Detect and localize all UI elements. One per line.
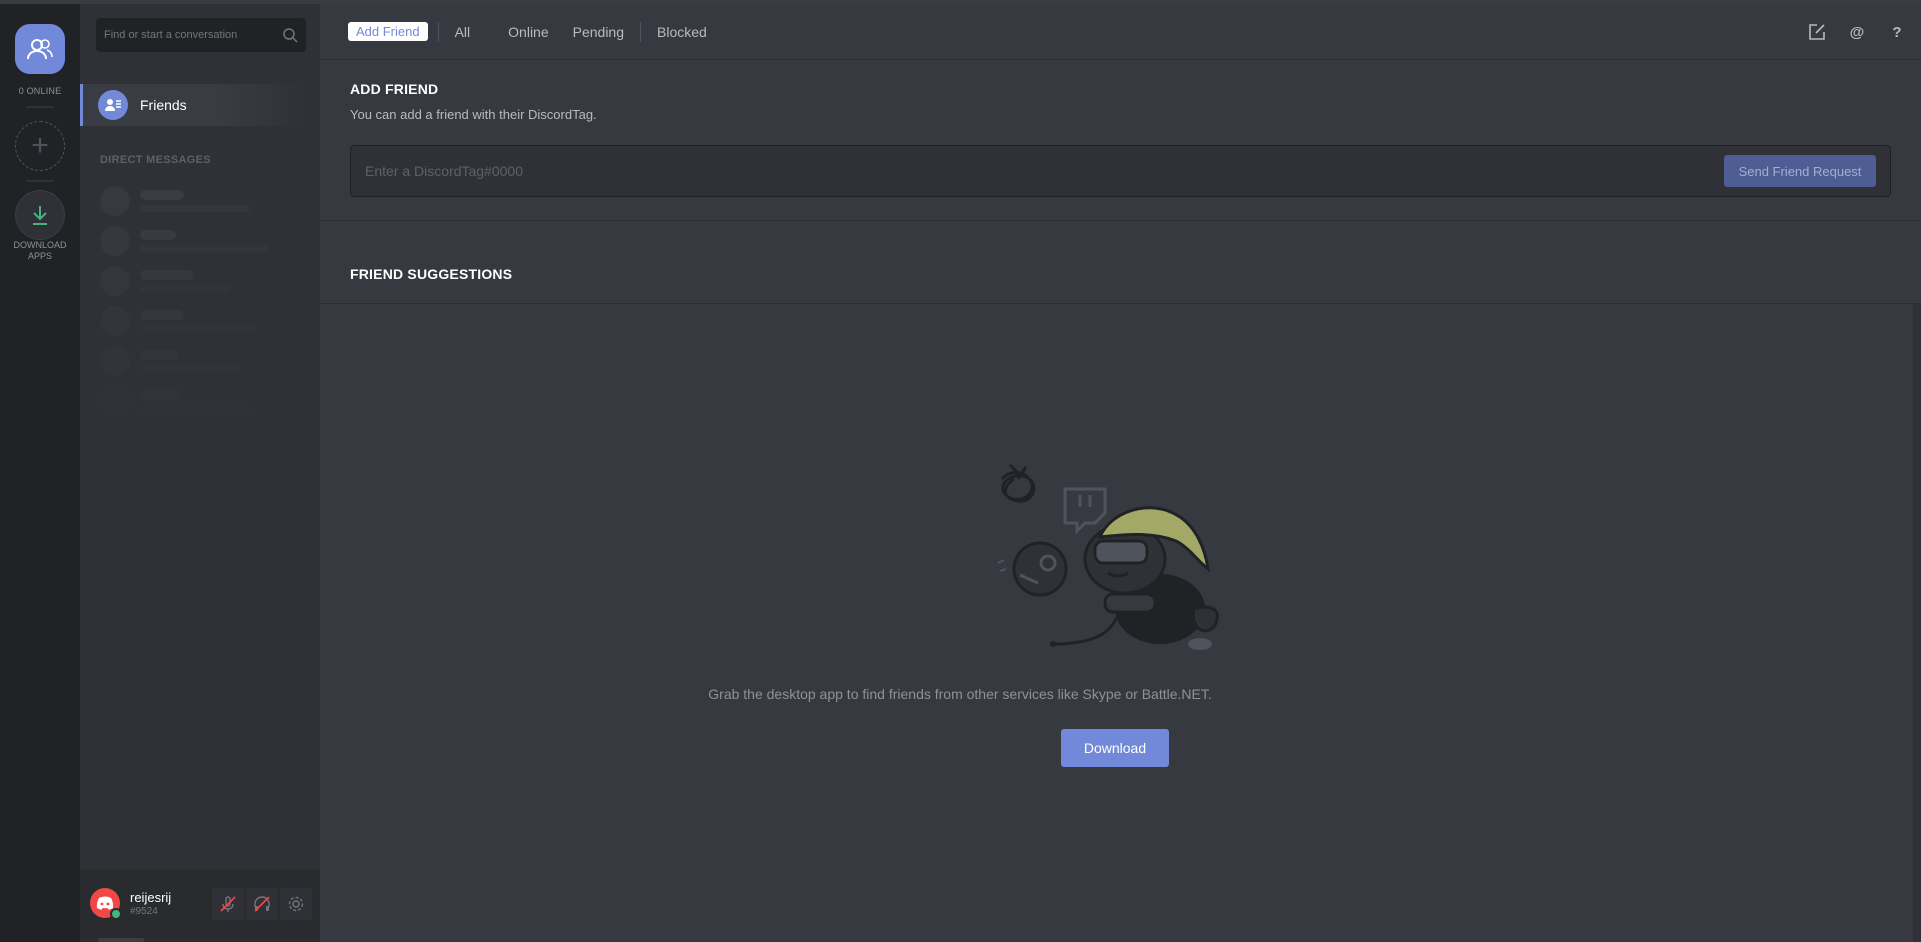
toolbar-icons: @ ? [1807, 22, 1907, 42]
friends-icon [27, 39, 53, 60]
help-icon[interactable]: ? [1887, 22, 1907, 42]
dm-placeholder [100, 346, 300, 376]
download-prompt: Grab the desktop app to find friends fro… [708, 686, 1212, 702]
download-icon [33, 206, 47, 225]
discordtag-input[interactable] [365, 163, 1724, 179]
new-dm-button[interactable] [1807, 22, 1827, 42]
mention-icon[interactable]: @ [1847, 22, 1867, 42]
friends-icon [98, 90, 128, 120]
settings-button[interactable] [280, 888, 312, 920]
search-icon [283, 28, 298, 43]
tab-online[interactable]: Online [508, 24, 548, 40]
dm-placeholder [100, 226, 300, 256]
home-button[interactable] [15, 24, 65, 74]
user-panel: reijesrij #9524 [80, 870, 320, 942]
scrollbar[interactable] [1913, 304, 1921, 942]
plus-icon: + [31, 129, 49, 162]
tab-add-friend[interactable]: Add Friend [348, 22, 428, 41]
discord-app: 0 ONLINE + DOWNLOAD APPS Find or start a… [0, 0, 1921, 942]
mute-icon [220, 896, 236, 912]
add-friend-section: ADD FRIEND You can add a friend with the… [320, 61, 1921, 221]
user-controls [212, 888, 312, 920]
rail-divider [26, 180, 54, 182]
gear-icon [288, 896, 304, 912]
dm-placeholder [100, 306, 300, 336]
deafen-icon [254, 896, 270, 912]
deafen-button[interactable] [246, 888, 278, 920]
friends-toolbar: Add Friend All Online Pending Blocked @ … [320, 4, 1921, 60]
dm-section-header: DIRECT MESSAGES [100, 154, 211, 166]
send-friend-request-button[interactable]: Send Friend Request [1724, 155, 1876, 187]
dm-placeholder [100, 186, 300, 216]
section-title: FRIEND SUGGESTIONS [350, 266, 513, 282]
tab-pending[interactable]: Pending [573, 24, 624, 40]
main-content: Add Friend All Online Pending Blocked @ … [320, 0, 1921, 942]
new-dm-icon [1809, 24, 1825, 40]
tab-all[interactable]: All [455, 24, 471, 40]
tab-divider [437, 21, 439, 42]
dm-placeholder [100, 266, 300, 296]
tab-divider [640, 21, 642, 42]
mute-button[interactable] [212, 888, 244, 920]
download-apps-button[interactable] [15, 190, 65, 240]
sidebar-item-friends[interactable]: Friends [80, 84, 305, 126]
user-discriminator: #9524 [130, 906, 158, 917]
wumpus-gaming-illustration [997, 463, 1219, 650]
sidebar-item-label: Friends [140, 97, 187, 113]
search-input[interactable] [104, 29, 282, 41]
add-server-button[interactable]: + [15, 121, 65, 171]
tab-blocked[interactable]: Blocked [657, 24, 707, 40]
divider [320, 303, 1921, 304]
download-apps-label: DOWNLOAD APPS [13, 240, 67, 261]
discordtag-form: Send Friend Request [350, 145, 1891, 197]
panel-scroll-stub [98, 938, 144, 942]
dm-placeholder [100, 386, 300, 416]
section-title: ADD FRIEND [350, 81, 439, 97]
rail-divider [26, 106, 54, 108]
online-status-indicator [110, 908, 122, 920]
online-count: 0 ONLINE [18, 86, 62, 96]
section-description: You can add a friend with their DiscordT… [350, 107, 597, 122]
username: reijesrij [130, 890, 172, 905]
download-button[interactable]: Download [1061, 729, 1169, 767]
channel-sidebar: Friends DIRECT MESSAGES reijesrij #9524 [80, 0, 320, 942]
search-bar[interactable] [96, 18, 306, 52]
server-rail: 0 ONLINE + DOWNLOAD APPS [0, 0, 80, 942]
